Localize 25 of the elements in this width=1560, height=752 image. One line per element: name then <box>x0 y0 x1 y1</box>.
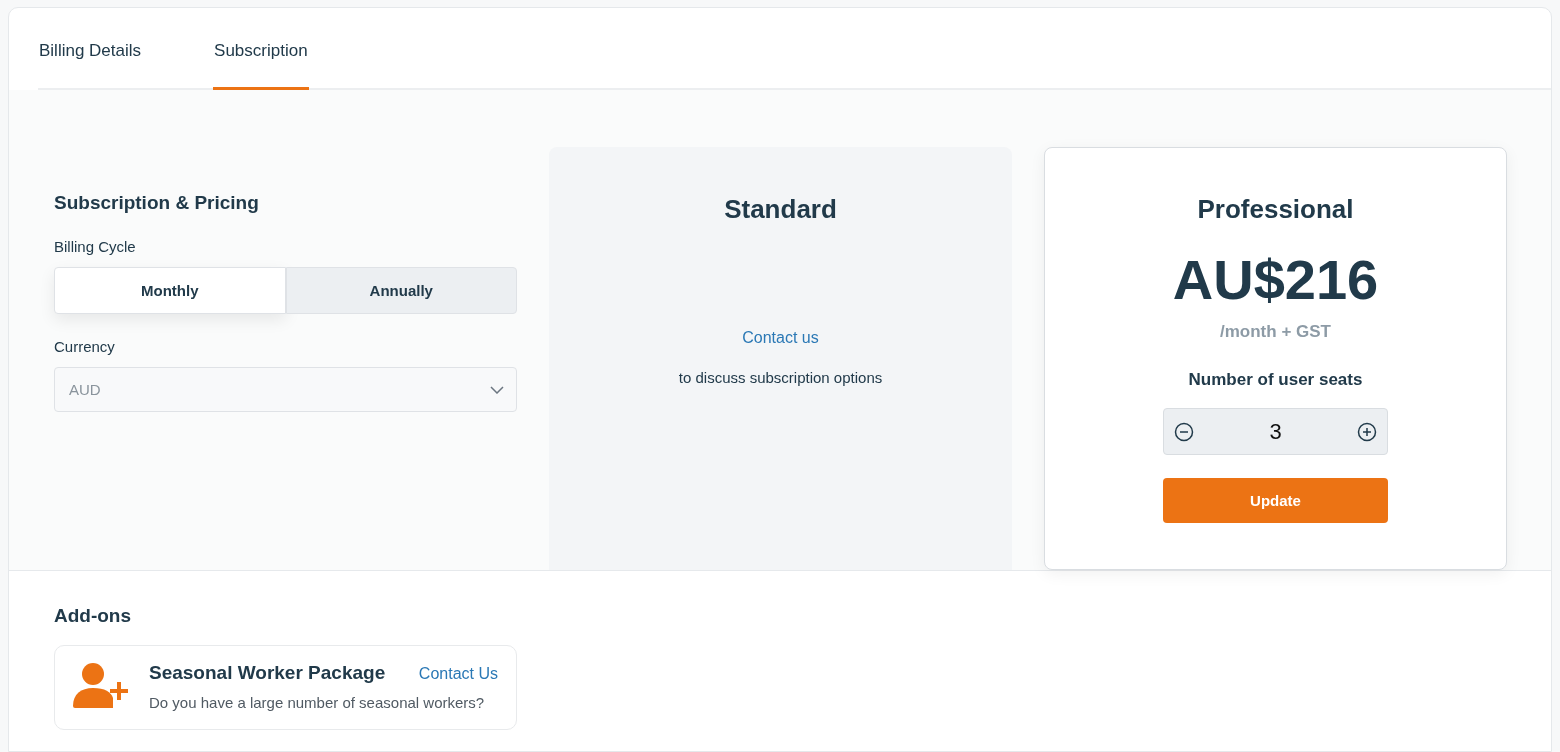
section-title: Add-ons <box>54 605 133 627</box>
chevron-down-icon <box>490 385 504 394</box>
section-title: Subscription & Pricing <box>54 192 260 214</box>
seat-stepper[interactable]: 3 <box>1163 408 1388 455</box>
increment-button[interactable] <box>1357 421 1377 442</box>
tab[interactable]: Billing Details <box>38 8 143 90</box>
billing-cycle-option[interactable]: Monthly <box>54 267 286 314</box>
user-add-icon <box>73 662 131 710</box>
plan-name: Professional <box>1197 194 1354 225</box>
decrement-button[interactable] <box>1174 421 1194 442</box>
plan-note: to discuss subscription options <box>678 369 883 386</box>
plan-price: AU$216 <box>1172 247 1379 312</box>
plan-name: Standard <box>724 194 837 225</box>
plus-icon <box>1357 421 1377 442</box>
billing-cycle-option[interactable]: Annually <box>285 267 517 314</box>
contact-link[interactable]: Contact us <box>742 329 819 347</box>
addon-name: Seasonal Worker Package <box>149 662 386 684</box>
price-period: /month + GST <box>1220 322 1331 342</box>
minus-icon <box>1174 421 1194 442</box>
addon-description: Do you have a large number of seasonal workers? <box>149 694 486 711</box>
field-label: Currency <box>54 338 116 355</box>
field-label: Billing Cycle <box>54 238 137 255</box>
contact-link[interactable]: Contact Us <box>418 665 498 683</box>
seats-label: Number of user seats <box>1188 370 1363 390</box>
seat-count: 3 <box>1269 418 1282 445</box>
